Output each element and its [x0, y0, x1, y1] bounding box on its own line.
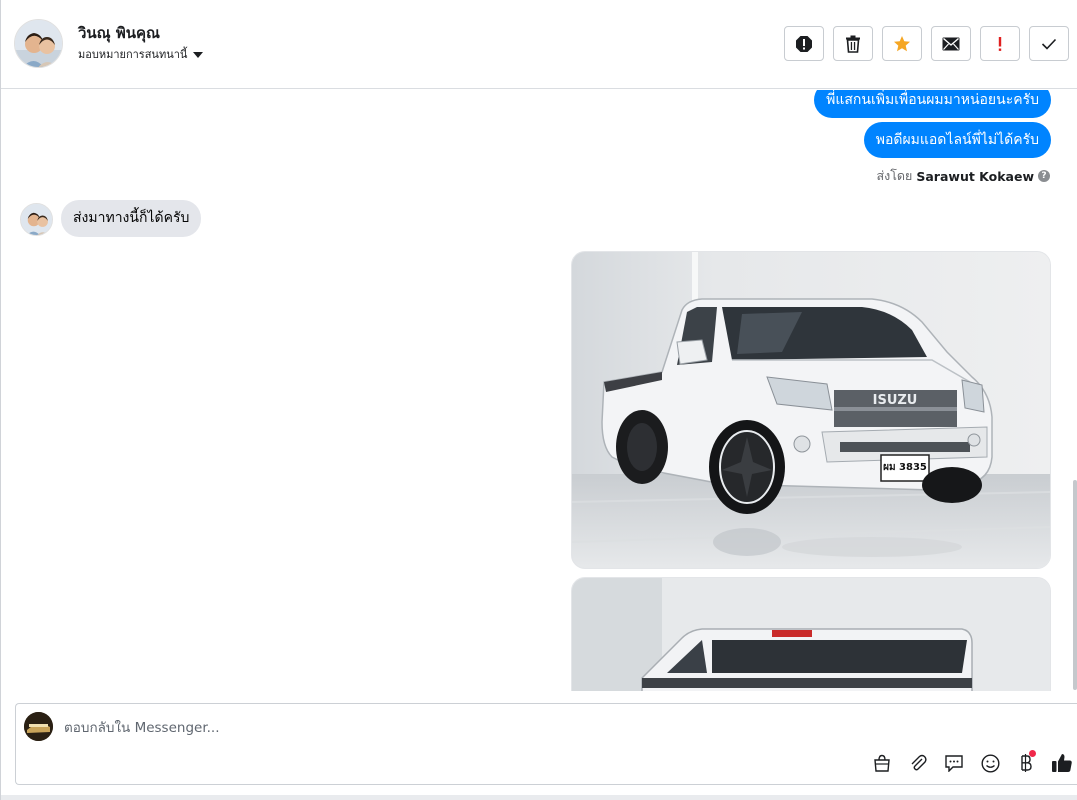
star-button[interactable]: [882, 26, 922, 61]
messenger-inbox: วินณุ พินคุณ มอบหมายการสนทนานี้ พี่แสกนเ…: [0, 0, 1077, 800]
shopping-bag-icon: [874, 754, 890, 772]
conversation-toolbar: [784, 26, 1069, 61]
delete-button[interactable]: [833, 26, 873, 61]
message-thread[interactable]: พี่แสกนเพิ่มเพื่อนผมมาหน่อยนะครับ พอดีผม…: [1, 90, 1077, 691]
star-icon: [894, 35, 910, 51]
check-icon: [1041, 38, 1057, 50]
message-photo[interactable]: ISUZU ผม 3835: [571, 251, 1051, 569]
like-button[interactable]: [1051, 752, 1073, 774]
chat-bubble-icon: [945, 755, 963, 772]
question-circle-icon[interactable]: ?: [1038, 170, 1050, 182]
sent-by-label: ส่งโดย Sarawut Kokaew ?: [876, 166, 1050, 186]
sent-by-prefix: ส่งโดย: [876, 168, 913, 183]
pickup-truck-photo: ISUZU ผม 3835: [572, 252, 1050, 568]
assign-conversation-dropdown[interactable]: มอบหมายการสนทนานี้: [78, 45, 204, 63]
mark-done-button[interactable]: [1029, 26, 1069, 61]
saved-replies-button[interactable]: [943, 752, 965, 774]
reply-composer: [15, 703, 1077, 785]
caret-down-icon: [193, 51, 204, 58]
notification-dot: [1029, 750, 1036, 757]
paperclip-icon: [911, 754, 927, 771]
sent-by-name: Sarawut Kokaew: [916, 168, 1034, 184]
exclamation-icon: [998, 36, 1002, 51]
reply-input[interactable]: [64, 717, 764, 739]
mark-unread-button[interactable]: [931, 26, 971, 61]
contact-avatar[interactable]: [14, 19, 63, 68]
composer-actions: [871, 750, 1073, 774]
incoming-message[interactable]: ส่งมาทางนี้ก็ได้ครับ: [61, 200, 202, 237]
smiley-icon: [980, 753, 1000, 773]
follow-up-button[interactable]: [980, 26, 1020, 61]
assign-label: มอบหมายการสนทนานี้: [78, 48, 188, 61]
payment-button[interactable]: [1015, 750, 1037, 774]
alert-octagon-icon: [796, 35, 812, 52]
conversation-header: วินณุ พินคุณ มอบหมายการสนทนานี้: [1, 0, 1077, 89]
contact-avatar-small[interactable]: [20, 203, 53, 236]
shop-bag-button[interactable]: [871, 752, 893, 774]
outgoing-message[interactable]: พี่แสกนเพิ่มเพื่อนผมมาหน่อยนะครับ: [814, 90, 1051, 118]
spam-button[interactable]: [784, 26, 824, 61]
grille-badge: ISUZU: [873, 393, 918, 408]
trash-icon: [846, 35, 860, 53]
bottom-border: [1, 795, 1077, 800]
thumbs-up-icon: [1052, 754, 1072, 772]
contact-name[interactable]: วินณุ พินคุณ: [78, 21, 160, 45]
envelope-icon: [942, 37, 960, 50]
attach-button[interactable]: [907, 752, 929, 774]
message-photo[interactable]: [571, 577, 1051, 691]
pickup-truck-rear-photo: [572, 578, 1050, 691]
page-avatar: [24, 712, 53, 741]
emoji-button[interactable]: [979, 752, 1001, 774]
outgoing-message[interactable]: พอดีผมแอดไลน์พี่ไม่ได้ครับ: [863, 122, 1051, 158]
thread-scrollbar[interactable]: [1073, 480, 1077, 690]
license-plate: ผม 3835: [883, 462, 927, 473]
